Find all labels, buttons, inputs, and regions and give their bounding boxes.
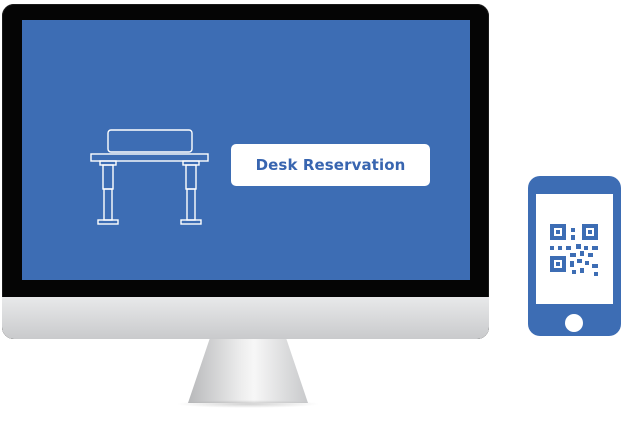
- phone-screen: [536, 194, 613, 304]
- monitor-chin: [2, 297, 489, 339]
- monitor-stand: [188, 339, 308, 403]
- stand-shadow: [176, 400, 320, 408]
- smartphone: [528, 176, 621, 336]
- desk-reservation-button[interactable]: Desk Reservation: [231, 144, 430, 186]
- phone-home-button: [565, 314, 583, 332]
- desk-icon: [90, 129, 209, 225]
- qr-code-icon: [550, 224, 598, 276]
